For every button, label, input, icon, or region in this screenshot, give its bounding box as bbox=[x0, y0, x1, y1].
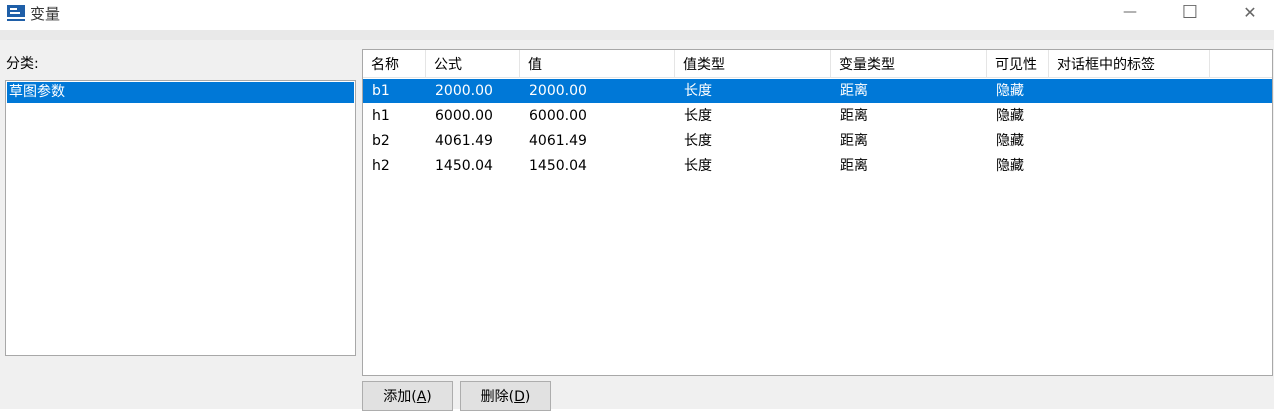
add-button-close: ) bbox=[426, 389, 432, 405]
cell-value: 6000.00 bbox=[529, 108, 587, 124]
category-list[interactable]: 草图参数 bbox=[5, 80, 356, 356]
top-strip bbox=[0, 30, 1274, 40]
cell-value-type: 长度 bbox=[684, 133, 712, 149]
cell-visibility: 隐藏 bbox=[996, 158, 1024, 174]
add-button-label: 添加( bbox=[383, 389, 417, 405]
delete-button[interactable]: 删除(D) bbox=[460, 381, 551, 411]
close-button[interactable]: ✕ bbox=[1230, 0, 1270, 24]
add-button[interactable]: 添加(A) bbox=[362, 381, 453, 411]
table-row[interactable]: h1 6000.00 6000.00 长度 距离 隐藏 bbox=[363, 104, 1272, 128]
cell-variable-type: 距离 bbox=[840, 108, 868, 124]
cell-visibility: 隐藏 bbox=[996, 108, 1024, 124]
maximize-icon: ☐ bbox=[1181, 1, 1199, 23]
minimize-button[interactable]: — bbox=[1110, 0, 1150, 24]
cell-formula: 6000.00 bbox=[435, 108, 493, 124]
cell-value-type: 长度 bbox=[684, 83, 712, 99]
delete-button-close: ) bbox=[524, 389, 531, 405]
cell-dialog-label bbox=[1049, 79, 1210, 103]
table-row[interactable]: b2 4061.49 4061.49 长度 距离 隐藏 bbox=[363, 129, 1272, 153]
category-label: 分类: bbox=[6, 56, 39, 72]
cell-variable-type: 距离 bbox=[840, 158, 868, 174]
cell-value-type: 长度 bbox=[684, 158, 712, 174]
column-header-formula[interactable]: 公式 bbox=[426, 50, 520, 78]
cell-value-type: 长度 bbox=[684, 108, 712, 124]
cell-dialog-label bbox=[1049, 154, 1210, 178]
cell-visibility: 隐藏 bbox=[996, 133, 1024, 149]
table-header: 名称 公式 值 值类型 变量类型 可见性 对话框中的标签 bbox=[363, 50, 1272, 78]
cell-variable-type: 距离 bbox=[840, 83, 868, 99]
title-bar: 变量 — ☐ ✕ bbox=[0, 0, 1274, 30]
delete-button-label: 删除( bbox=[480, 389, 515, 405]
column-header-name[interactable]: 名称 bbox=[363, 50, 426, 78]
column-header-visibility[interactable]: 可见性 bbox=[987, 50, 1049, 78]
dialog-body: 分类: 草图参数 名称 公式 值 值类型 变量类型 可见性 对话框中的标签 b1… bbox=[0, 30, 1274, 411]
close-icon: ✕ bbox=[1243, 2, 1257, 22]
variables-table[interactable]: 名称 公式 值 值类型 变量类型 可见性 对话框中的标签 b1 2000.00 … bbox=[362, 49, 1273, 376]
cell-formula: 4061.49 bbox=[435, 133, 493, 149]
cell-name: h1 bbox=[372, 108, 390, 124]
column-header-value-type[interactable]: 值类型 bbox=[675, 50, 831, 78]
table-row[interactable]: b1 2000.00 2000.00 长度 距离 隐藏 bbox=[363, 79, 1272, 103]
cell-variable-type: 距离 bbox=[840, 133, 868, 149]
cell-name: h2 bbox=[372, 158, 390, 174]
table-row[interactable]: h2 1450.04 1450.04 长度 距离 隐藏 bbox=[363, 154, 1272, 178]
window-title: 变量 bbox=[30, 5, 61, 23]
minimize-icon: — bbox=[1123, 4, 1137, 20]
category-item-sketch-params[interactable]: 草图参数 bbox=[7, 82, 354, 103]
cell-formula: 2000.00 bbox=[435, 83, 493, 99]
cell-visibility: 隐藏 bbox=[996, 83, 1024, 99]
column-header-value[interactable]: 值 bbox=[520, 50, 675, 78]
cell-value: 2000.00 bbox=[529, 83, 587, 99]
cell-formula: 1450.04 bbox=[435, 158, 493, 174]
cell-name: b1 bbox=[372, 83, 390, 99]
cell-dialog-label bbox=[1049, 129, 1210, 153]
cell-name: b2 bbox=[372, 133, 390, 149]
maximize-button[interactable]: ☐ bbox=[1170, 0, 1210, 24]
delete-button-mnemonic: D bbox=[514, 389, 525, 405]
cell-dialog-label bbox=[1049, 104, 1210, 128]
app-icon bbox=[7, 5, 25, 21]
column-header-variable-type[interactable]: 变量类型 bbox=[831, 50, 987, 78]
cell-value: 1450.04 bbox=[529, 158, 587, 174]
cell-value: 4061.49 bbox=[529, 133, 587, 149]
column-header-dialog-label[interactable]: 对话框中的标签 bbox=[1049, 50, 1210, 78]
add-button-mnemonic: A bbox=[416, 389, 427, 405]
